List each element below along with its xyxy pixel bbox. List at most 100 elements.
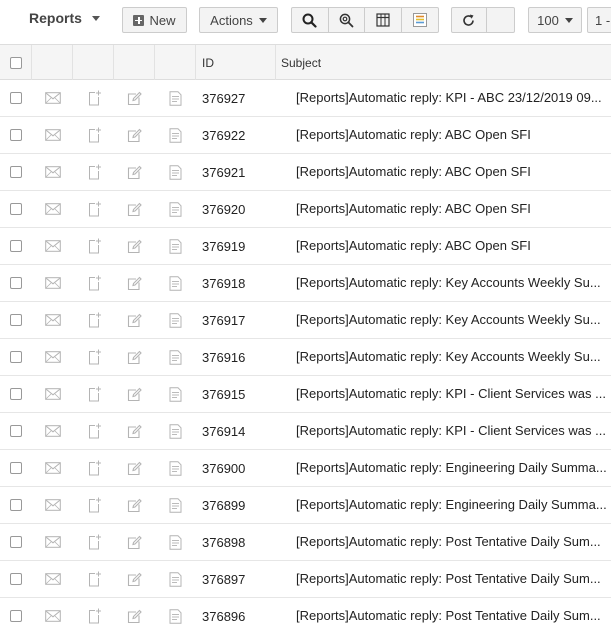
column-header-id[interactable]: ID bbox=[196, 45, 276, 80]
row-new-document-action[interactable] bbox=[73, 265, 114, 301]
row-subject[interactable]: [Reports]Automatic reply: Post Tentative… bbox=[276, 598, 611, 633]
table-row[interactable]: 376916 [Reports]Automatic reply: Key Acc… bbox=[0, 339, 611, 376]
row-report-action[interactable] bbox=[155, 228, 196, 264]
row-mail-action[interactable] bbox=[32, 302, 73, 338]
row-checkbox[interactable] bbox=[10, 92, 22, 104]
row-checkbox[interactable] bbox=[10, 536, 22, 548]
row-mail-action[interactable] bbox=[32, 339, 73, 375]
row-report-action[interactable] bbox=[155, 561, 196, 597]
refresh-button[interactable] bbox=[452, 8, 487, 32]
row-report-action[interactable] bbox=[155, 524, 196, 560]
table-row[interactable]: 376919 [Reports]Automatic reply: ABC Ope… bbox=[0, 228, 611, 265]
notes-view-button[interactable] bbox=[402, 8, 438, 32]
row-new-document-action[interactable] bbox=[73, 413, 114, 449]
row-report-action[interactable] bbox=[155, 450, 196, 486]
row-subject[interactable]: [Reports]Automatic reply: ABC Open SFI bbox=[276, 154, 611, 190]
table-row[interactable]: 376915 [Reports]Automatic reply: KPI - C… bbox=[0, 376, 611, 413]
row-mail-action[interactable] bbox=[32, 191, 73, 227]
row-new-document-action[interactable] bbox=[73, 598, 114, 633]
table-row[interactable]: 376898 [Reports]Automatic reply: Post Te… bbox=[0, 524, 611, 561]
row-checkbox[interactable] bbox=[10, 425, 22, 437]
row-report-action[interactable] bbox=[155, 598, 196, 633]
table-row[interactable]: 376927 [Reports]Automatic reply: KPI - A… bbox=[0, 80, 611, 117]
module-title-dropdown[interactable]: Reports bbox=[29, 10, 100, 26]
table-row[interactable]: 376920 [Reports]Automatic reply: ABC Ope… bbox=[0, 191, 611, 228]
table-row[interactable]: 376918 [Reports]Automatic reply: Key Acc… bbox=[0, 265, 611, 302]
row-checkbox[interactable] bbox=[10, 129, 22, 141]
row-new-document-action[interactable] bbox=[73, 376, 114, 412]
row-mail-action[interactable] bbox=[32, 524, 73, 560]
row-checkbox[interactable] bbox=[10, 573, 22, 585]
row-edit-action[interactable] bbox=[114, 339, 155, 375]
row-subject[interactable]: [Reports]Automatic reply: KPI - ABC 23/1… bbox=[276, 80, 611, 116]
row-checkbox[interactable] bbox=[10, 314, 22, 326]
row-checkbox[interactable] bbox=[10, 388, 22, 400]
row-new-document-action[interactable] bbox=[73, 117, 114, 153]
row-mail-action[interactable] bbox=[32, 228, 73, 264]
select-all-checkbox[interactable] bbox=[9, 56, 22, 69]
row-subject[interactable]: [Reports]Automatic reply: Key Accounts W… bbox=[276, 265, 611, 301]
row-subject[interactable]: [Reports]Automatic reply: KPI - Client S… bbox=[276, 413, 611, 449]
row-checkbox[interactable] bbox=[10, 351, 22, 363]
row-subject[interactable]: [Reports]Automatic reply: ABC Open SFI bbox=[276, 228, 611, 264]
row-report-action[interactable] bbox=[155, 487, 196, 523]
row-checkbox[interactable] bbox=[10, 277, 22, 289]
row-new-document-action[interactable] bbox=[73, 561, 114, 597]
row-subject[interactable]: [Reports]Automatic reply: Post Tentative… bbox=[276, 524, 611, 560]
row-new-document-action[interactable] bbox=[73, 487, 114, 523]
row-mail-action[interactable] bbox=[32, 117, 73, 153]
row-mail-action[interactable] bbox=[32, 450, 73, 486]
row-subject[interactable]: [Reports]Automatic reply: Engineering Da… bbox=[276, 450, 611, 486]
row-new-document-action[interactable] bbox=[73, 339, 114, 375]
row-edit-action[interactable] bbox=[114, 117, 155, 153]
row-report-action[interactable] bbox=[155, 154, 196, 190]
table-row[interactable]: 376922 [Reports]Automatic reply: ABC Ope… bbox=[0, 117, 611, 154]
row-mail-action[interactable] bbox=[32, 598, 73, 633]
row-report-action[interactable] bbox=[155, 339, 196, 375]
row-new-document-action[interactable] bbox=[73, 191, 114, 227]
row-report-action[interactable] bbox=[155, 80, 196, 116]
table-row[interactable]: 376921 [Reports]Automatic reply: ABC Ope… bbox=[0, 154, 611, 191]
row-subject[interactable]: [Reports]Automatic reply: KPI - Client S… bbox=[276, 376, 611, 412]
row-edit-action[interactable] bbox=[114, 228, 155, 264]
row-edit-action[interactable] bbox=[114, 80, 155, 116]
row-edit-action[interactable] bbox=[114, 450, 155, 486]
row-subject[interactable]: [Reports]Automatic reply: ABC Open SFI bbox=[276, 191, 611, 227]
row-edit-action[interactable] bbox=[114, 487, 155, 523]
row-edit-action[interactable] bbox=[114, 376, 155, 412]
table-row[interactable]: 376896 [Reports]Automatic reply: Post Te… bbox=[0, 598, 611, 633]
row-edit-action[interactable] bbox=[114, 561, 155, 597]
row-report-action[interactable] bbox=[155, 265, 196, 301]
table-row[interactable]: 376917 [Reports]Automatic reply: Key Acc… bbox=[0, 302, 611, 339]
row-checkbox[interactable] bbox=[10, 240, 22, 252]
row-subject[interactable]: [Reports]Automatic reply: Engineering Da… bbox=[276, 487, 611, 523]
advanced-search-button[interactable] bbox=[329, 8, 365, 32]
page-size-select[interactable]: 100 bbox=[528, 7, 582, 33]
refresh-options-button[interactable] bbox=[487, 8, 514, 32]
row-report-action[interactable] bbox=[155, 302, 196, 338]
row-report-action[interactable] bbox=[155, 376, 196, 412]
row-mail-action[interactable] bbox=[32, 413, 73, 449]
row-mail-action[interactable] bbox=[32, 561, 73, 597]
actions-button[interactable]: Actions bbox=[199, 7, 278, 33]
row-mail-action[interactable] bbox=[32, 154, 73, 190]
row-edit-action[interactable] bbox=[114, 154, 155, 190]
row-checkbox[interactable] bbox=[10, 462, 22, 474]
row-edit-action[interactable] bbox=[114, 302, 155, 338]
row-checkbox[interactable] bbox=[10, 610, 22, 622]
row-new-document-action[interactable] bbox=[73, 228, 114, 264]
row-checkbox[interactable] bbox=[10, 203, 22, 215]
row-edit-action[interactable] bbox=[114, 524, 155, 560]
row-new-document-action[interactable] bbox=[73, 302, 114, 338]
row-mail-action[interactable] bbox=[32, 80, 73, 116]
row-edit-action[interactable] bbox=[114, 191, 155, 227]
columns-button[interactable] bbox=[365, 8, 402, 32]
row-subject[interactable]: [Reports]Automatic reply: Key Accounts W… bbox=[276, 339, 611, 375]
row-checkbox[interactable] bbox=[10, 166, 22, 178]
row-new-document-action[interactable] bbox=[73, 524, 114, 560]
row-report-action[interactable] bbox=[155, 413, 196, 449]
table-row[interactable]: 376899 [Reports]Automatic reply: Enginee… bbox=[0, 487, 611, 524]
row-mail-action[interactable] bbox=[32, 265, 73, 301]
row-subject[interactable]: [Reports]Automatic reply: ABC Open SFI bbox=[276, 117, 611, 153]
row-checkbox[interactable] bbox=[10, 499, 22, 511]
